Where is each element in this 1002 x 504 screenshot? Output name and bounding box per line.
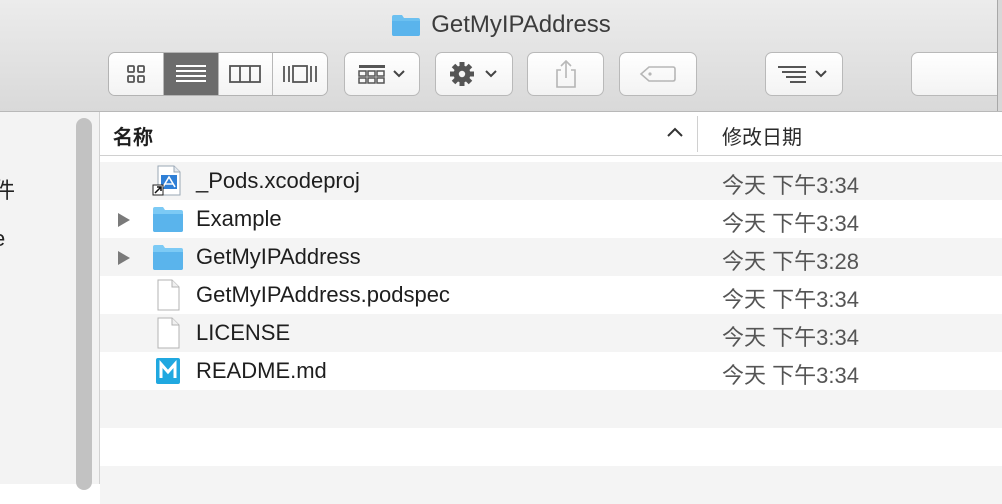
gear-icon <box>450 62 497 86</box>
list-view-button[interactable] <box>162 53 218 95</box>
file-date: 今天 下午3:34 <box>722 211 859 236</box>
sidebar-scrollbar[interactable] <box>76 118 92 490</box>
arrange-grid-icon <box>358 65 405 84</box>
columns-icon <box>229 65 262 83</box>
file-row[interactable]: Example 今天 下午3:34 <box>100 200 1002 238</box>
view-mode-control[interactable] <box>108 52 328 96</box>
empty-row <box>100 466 1002 504</box>
file-row[interactable]: README.md 今天 下午3:34 <box>100 352 1002 390</box>
share-button[interactable] <box>527 52 604 96</box>
list-icon <box>175 65 206 82</box>
file-date: 今天 下午3:34 <box>722 287 859 312</box>
window-title-text: GetMyIPAddress <box>431 11 611 38</box>
file-name: README.md <box>196 358 327 383</box>
icon-view-button[interactable] <box>109 53 163 95</box>
file-name: _Pods.xcodeproj <box>196 168 360 193</box>
xcodeproj-icon <box>152 165 181 196</box>
empty-row <box>100 390 1002 428</box>
icon-grid-icon <box>126 65 145 83</box>
document-icon <box>157 279 180 311</box>
column-divider[interactable] <box>697 116 698 152</box>
file-date: 今天 下午3:34 <box>722 173 859 198</box>
sidebar-item-1[interactable]: 件 <box>0 173 15 205</box>
sort-options-button[interactable] <box>765 52 843 96</box>
empty-row <box>100 428 1002 466</box>
file-date: 今天 下午3:28 <box>722 249 859 274</box>
file-name: GetMyIPAddress.podspec <box>196 282 450 307</box>
file-list: 名称 修改日期 _Pods.xcodeproj 今天 下午3:34 Exampl… <box>100 112 1002 504</box>
file-date: 今天 下午3:34 <box>722 363 859 388</box>
file-date: 今天 下午3:34 <box>722 325 859 350</box>
disclosure-triangle-icon[interactable] <box>117 212 131 228</box>
sidebar-item-2[interactable]: e <box>0 226 5 252</box>
cover-flow-icon <box>283 65 318 83</box>
search-field[interactable] <box>911 52 1002 96</box>
file-row[interactable]: _Pods.xcodeproj 今天 下午3:34 <box>100 162 1002 200</box>
list-header: 名称 修改日期 <box>100 112 1002 156</box>
file-name: LICENSE <box>196 320 291 345</box>
disclosure-triangle-icon[interactable] <box>117 250 131 266</box>
file-row[interactable]: LICENSE 今天 下午3:34 <box>100 314 1002 352</box>
column-header-name[interactable]: 名称 <box>113 121 153 150</box>
cover-flow-button[interactable] <box>272 53 327 95</box>
column-view-button[interactable] <box>217 53 273 95</box>
folder-icon <box>153 245 183 270</box>
column-header-date[interactable]: 修改日期 <box>722 121 802 150</box>
file-name: GetMyIPAddress <box>196 244 361 269</box>
folder-icon <box>392 15 421 36</box>
sidebar: 件 e <box>0 112 100 490</box>
file-row[interactable]: GetMyIPAddress.podspec 今天 下午3:34 <box>100 276 1002 314</box>
window-edge <box>997 0 1002 111</box>
sort-list-icon <box>778 66 827 83</box>
window-title: GetMyIPAddress <box>0 10 1002 40</box>
arrange-button[interactable] <box>344 52 420 96</box>
document-icon <box>157 317 180 349</box>
file-name: Example <box>196 206 282 231</box>
action-button[interactable] <box>435 52 513 96</box>
edit-tags-button[interactable] <box>619 52 697 96</box>
window-toolbar: GetMyIPAddress <box>0 0 1002 112</box>
file-row[interactable]: GetMyIPAddress 今天 下午3:28 <box>100 238 1002 276</box>
share-icon <box>555 59 576 88</box>
markdown-icon <box>156 358 180 384</box>
tag-icon <box>639 66 676 82</box>
folder-icon <box>153 207 183 232</box>
chevron-up-icon[interactable] <box>666 125 684 139</box>
